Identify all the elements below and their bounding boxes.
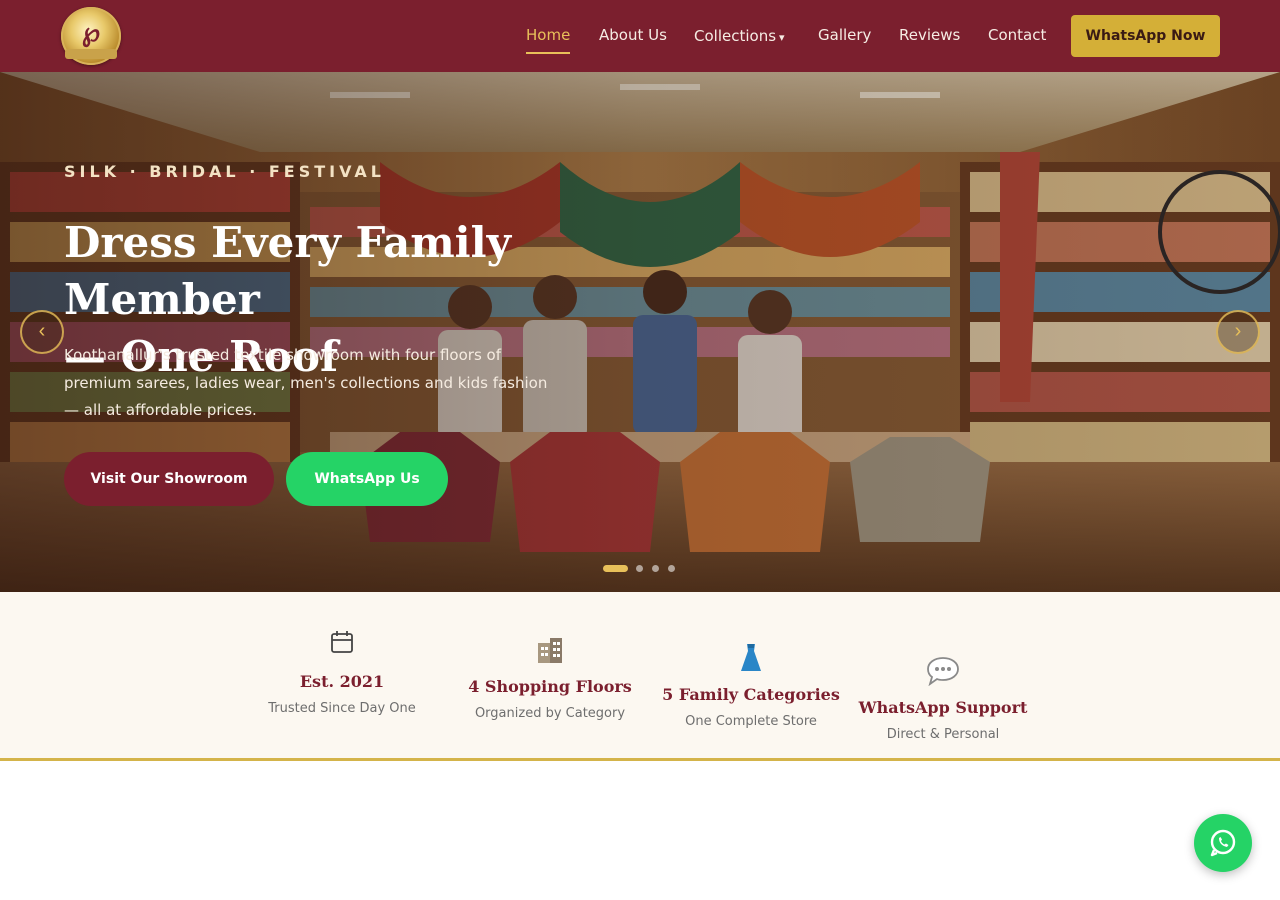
hero-slider: SILK · BRIDAL · FESTIVAL Dress Every Fam… — [0, 72, 1280, 592]
dress-icon — [651, 643, 851, 673]
stat-support: WhatsApp Support Direct & Personal — [843, 656, 1043, 742]
nav-gallery[interactable]: Gallery — [818, 26, 871, 44]
nav-home-label: Home — [526, 26, 571, 44]
slider-prev-button[interactable]: ‹ — [20, 310, 64, 354]
slider-dot-2[interactable] — [636, 565, 643, 572]
hero-title-line-1: Dress Every Family Member — [64, 218, 511, 324]
nav-about[interactable]: About Us — [599, 26, 667, 44]
slider-next-button[interactable]: › — [1216, 310, 1260, 354]
slider-dot-1[interactable] — [603, 565, 628, 572]
calendar-icon — [242, 630, 442, 660]
nav-collections-label: Collections — [694, 27, 777, 45]
stat-subtitle: Direct & Personal — [886, 727, 1000, 742]
stat-subtitle: One Complete Store — [685, 714, 817, 729]
whatsapp-us-button[interactable]: WhatsApp Us — [286, 452, 448, 506]
site-header: ℘ Home About Us Collections ▾ Gallery Rev… — [0, 0, 1280, 72]
building-icon — [450, 635, 650, 665]
hero-eyebrow: SILK · BRIDAL · FESTIVAL — [64, 162, 385, 181]
stat-title: Est. 2021 — [299, 672, 385, 691]
stat-floors: 4 Shopping Floors Organized by Category — [450, 635, 650, 721]
hero-subtitle: Koothanallur's trusted textile showroom … — [64, 346, 548, 419]
floating-whatsapp-button[interactable] — [1194, 814, 1252, 872]
stat-title: 5 Family Categories — [662, 685, 840, 704]
whatsapp-icon — [1210, 829, 1236, 857]
chevron-down-icon: ▾ — [779, 31, 785, 44]
nav-home[interactable]: Home — [526, 26, 571, 54]
active-nav-underline — [526, 52, 571, 54]
slider-dot-4[interactable] — [668, 565, 675, 572]
stat-title: WhatsApp Support — [858, 698, 1028, 717]
stat-subtitle: Trusted Since Day One — [268, 701, 416, 716]
stats-strip: Est. 2021 Trusted Since Day One 4 Shoppi… — [0, 592, 1280, 760]
stat-categories: 5 Family Categories One Complete Store — [651, 643, 851, 729]
stat-established: Est. 2021 Trusted Since Day One — [242, 630, 442, 716]
logo-ribbon — [65, 49, 117, 59]
nav-collections[interactable]: Collections ▾ — [694, 27, 785, 45]
slider-dot-3[interactable] — [652, 565, 659, 572]
speech-bubble-icon — [843, 656, 1043, 687]
stat-subtitle: Organized by Category — [474, 706, 626, 721]
stat-title: 4 Shopping Floors — [468, 677, 632, 696]
visit-showroom-button[interactable]: Visit Our Showroom — [64, 452, 274, 506]
whatsapp-now-button[interactable]: WhatsApp Now — [1071, 15, 1220, 57]
stats-divider — [0, 758, 1280, 761]
nav-reviews[interactable]: Reviews — [899, 26, 960, 44]
nav-contact[interactable]: Contact — [988, 26, 1046, 44]
brand-logo[interactable]: ℘ — [61, 7, 121, 65]
logo-monogram: ℘ — [81, 18, 101, 48]
